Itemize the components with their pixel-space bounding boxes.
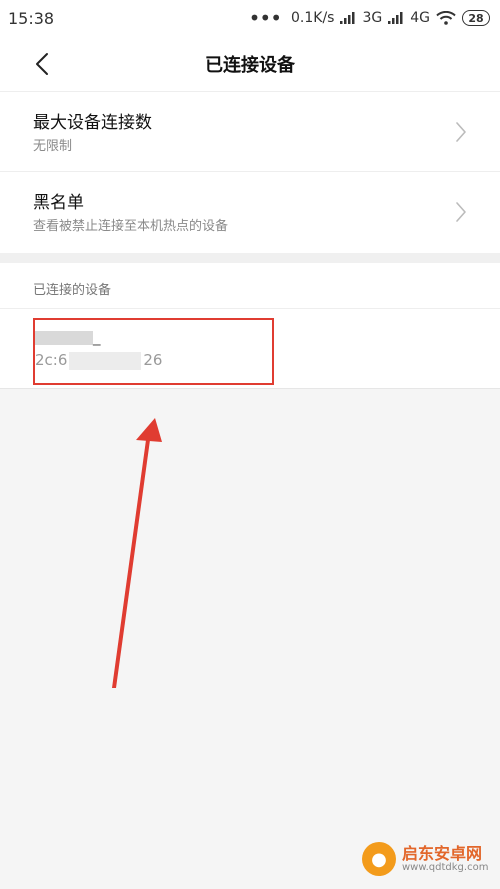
header: 已连接设备 xyxy=(0,36,500,92)
section-divider xyxy=(0,253,500,263)
settings-list: 最大设备连接数 无限制 黑名单 查看被禁止连接至本机热点的设备 xyxy=(0,92,500,253)
row-title: 最大设备连接数 xyxy=(33,113,152,133)
more-dots-icon: ••• xyxy=(248,6,282,30)
watermark-url: www.qdtdkg.com xyxy=(402,862,489,874)
row-subtitle: 查看被禁止连接至本机热点的设备 xyxy=(33,219,229,234)
status-bar: 15:38 ••• 0.1K/s 3G 4G 28 xyxy=(0,0,500,36)
section-header: 已连接的设备 xyxy=(0,263,500,309)
network-type-4g: 4G xyxy=(410,10,430,26)
watermark-text: 启东安卓网 www.qdtdkg.com xyxy=(402,845,488,874)
highlight-annotation-box xyxy=(33,318,274,385)
watermark-title: 启东安卓网 xyxy=(402,843,483,863)
signal-icon xyxy=(340,12,355,24)
row-subtitle: 无限制 xyxy=(33,139,73,154)
row-title: 黑名单 xyxy=(33,193,84,213)
signal-icon xyxy=(388,12,403,24)
status-icons: ••• 0.1K/s 3G 4G 28 xyxy=(249,8,490,28)
back-button[interactable] xyxy=(22,44,62,84)
chevron-left-icon xyxy=(36,53,48,75)
chevron-right-icon xyxy=(456,122,466,142)
max-connections-row[interactable]: 最大设备连接数 无限制 xyxy=(0,92,500,172)
watermark-logo-icon: ● xyxy=(362,842,396,876)
watermark: ● 启东安卓网 www.qdtdkg.com xyxy=(362,837,492,881)
battery-indicator: 28 xyxy=(462,10,490,26)
status-time: 15:38 xyxy=(8,8,55,28)
wifi-icon xyxy=(436,11,456,25)
network-speed: 0.1K/s xyxy=(291,10,335,26)
chevron-right-icon xyxy=(456,202,466,222)
blacklist-row[interactable]: 黑名单 查看被禁止连接至本机热点的设备 xyxy=(0,172,500,253)
network-type-3g: 3G xyxy=(362,10,383,26)
page-title: 已连接设备 xyxy=(205,54,295,76)
